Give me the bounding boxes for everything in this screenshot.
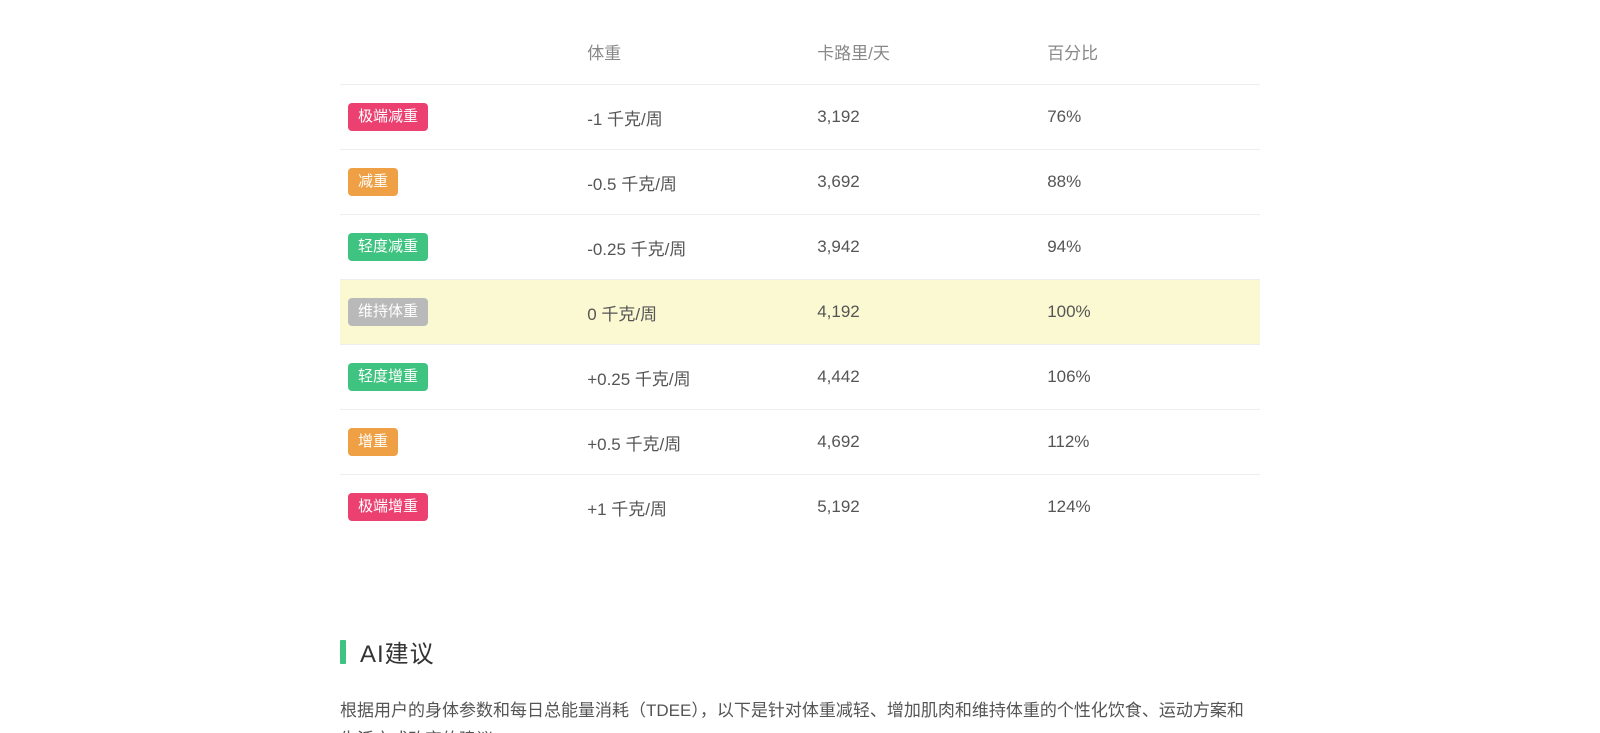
row-label-cell: 减重 bbox=[340, 150, 579, 215]
heading-accent-bar bbox=[340, 640, 346, 664]
table-head: 体重 卡路里/天 百分比 bbox=[340, 25, 1260, 85]
row-percent-cell: 94% bbox=[1039, 215, 1260, 280]
col-header-percent: 百分比 bbox=[1039, 25, 1260, 85]
goal-badge: 维持体重 bbox=[348, 298, 428, 326]
ai-section-heading: AI建议 bbox=[340, 634, 1260, 669]
table-row: 极端增重 +1 千克/周5,192124% bbox=[340, 475, 1260, 540]
col-header-weight: 体重 bbox=[579, 25, 809, 85]
row-percent-cell: 100% bbox=[1039, 280, 1260, 345]
row-calories-cell: 4,192 bbox=[809, 280, 1039, 345]
goal-badge: 轻度减重 bbox=[348, 233, 428, 261]
row-weight-cell: -0.25 千克/周 bbox=[579, 215, 809, 280]
row-weight-cell: -1 千克/周 bbox=[579, 85, 809, 150]
col-header-calories: 卡路里/天 bbox=[809, 25, 1039, 85]
table-row: 极端减重 -1 千克/周3,19276% bbox=[340, 85, 1260, 150]
row-label-cell: 极端增重 bbox=[340, 475, 579, 540]
goal-badge: 减重 bbox=[348, 168, 398, 196]
row-calories-cell: 4,442 bbox=[809, 345, 1039, 410]
row-percent-cell: 112% bbox=[1039, 410, 1260, 475]
row-weight-cell: 0 千克/周 bbox=[579, 280, 809, 345]
page-scroll-area[interactable]: 体重 卡路里/天 百分比 极端减重 -1 千克/周3,19276% 减重 -0.5 千… bbox=[0, 0, 1600, 733]
row-label-cell: 轻度增重 bbox=[340, 345, 579, 410]
row-weight-cell: +0.5 千克/周 bbox=[579, 410, 809, 475]
row-weight-cell: +1 千克/周 bbox=[579, 475, 809, 540]
ai-section-body: 根据用户的身体参数和每日总能量消耗（TDEE），以下是针对体重减轻、增加肌肉和维… bbox=[340, 697, 1260, 733]
goal-badge: 增重 bbox=[348, 428, 398, 456]
row-percent-cell: 76% bbox=[1039, 85, 1260, 150]
row-label-cell: 维持体重 bbox=[340, 280, 579, 345]
col-header-label bbox=[340, 25, 579, 85]
row-label-cell: 轻度减重 bbox=[340, 215, 579, 280]
row-percent-cell: 124% bbox=[1039, 475, 1260, 540]
row-calories-cell: 3,192 bbox=[809, 85, 1039, 150]
goal-badge: 极端增重 bbox=[348, 493, 428, 521]
table-row: 减重 -0.5 千克/周3,69288% bbox=[340, 150, 1260, 215]
table-row: 增重 +0.5 千克/周4,692112% bbox=[340, 410, 1260, 475]
table-row: 轻度增重 +0.25 千克/周4,442106% bbox=[340, 345, 1260, 410]
row-weight-cell: -0.5 千克/周 bbox=[579, 150, 809, 215]
goal-badge: 极端减重 bbox=[348, 103, 428, 131]
row-calories-cell: 5,192 bbox=[809, 475, 1039, 540]
table-row: 维持体重 0 千克/周4,192100% bbox=[340, 280, 1260, 345]
row-calories-cell: 4,692 bbox=[809, 410, 1039, 475]
row-label-cell: 极端减重 bbox=[340, 85, 579, 150]
goal-badge: 轻度增重 bbox=[348, 363, 428, 391]
ai-section-title: AI建议 bbox=[360, 634, 435, 669]
row-percent-cell: 106% bbox=[1039, 345, 1260, 410]
row-percent-cell: 88% bbox=[1039, 150, 1260, 215]
main-container: 体重 卡路里/天 百分比 极端减重 -1 千克/周3,19276% 减重 -0.5 千… bbox=[340, 0, 1260, 733]
table-row: 轻度减重 -0.25 千克/周3,94294% bbox=[340, 215, 1260, 280]
row-label-cell: 增重 bbox=[340, 410, 579, 475]
row-calories-cell: 3,942 bbox=[809, 215, 1039, 280]
row-calories-cell: 3,692 bbox=[809, 150, 1039, 215]
row-weight-cell: +0.25 千克/周 bbox=[579, 345, 809, 410]
table-body: 极端减重-1 千克/周3,19276%减重-0.5 千克/周3,69288%轻度… bbox=[340, 85, 1260, 540]
calorie-table: 体重 卡路里/天 百分比 极端减重 -1 千克/周3,19276% 减重 -0.5 千… bbox=[340, 25, 1260, 539]
